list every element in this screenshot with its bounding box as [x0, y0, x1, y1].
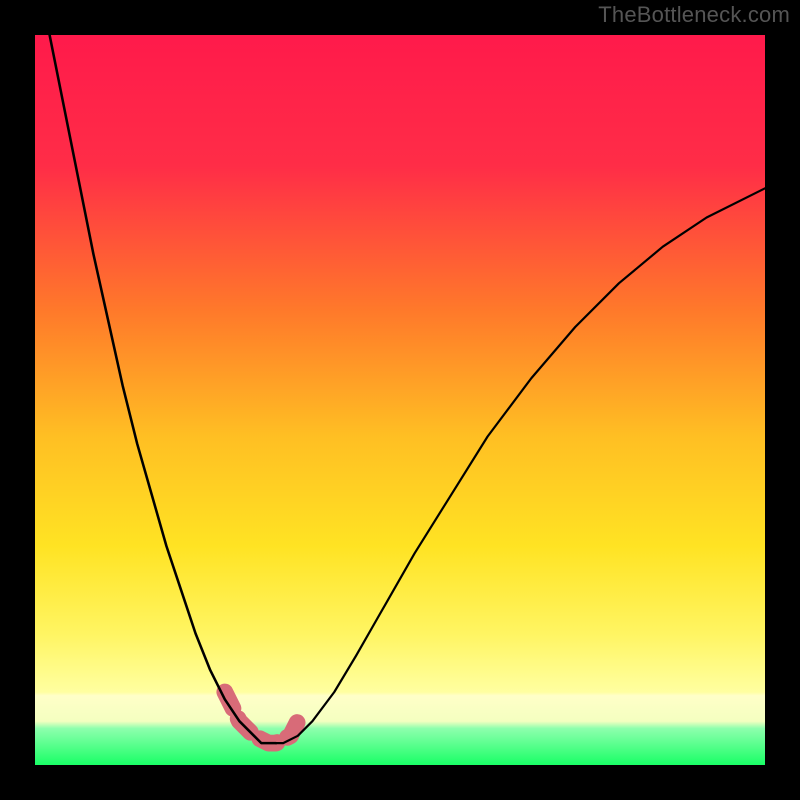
plot-area — [35, 35, 765, 765]
gradient-background — [35, 35, 765, 765]
chart-frame: TheBottleneck.com — [0, 0, 800, 800]
watermark-text: TheBottleneck.com — [598, 2, 790, 28]
